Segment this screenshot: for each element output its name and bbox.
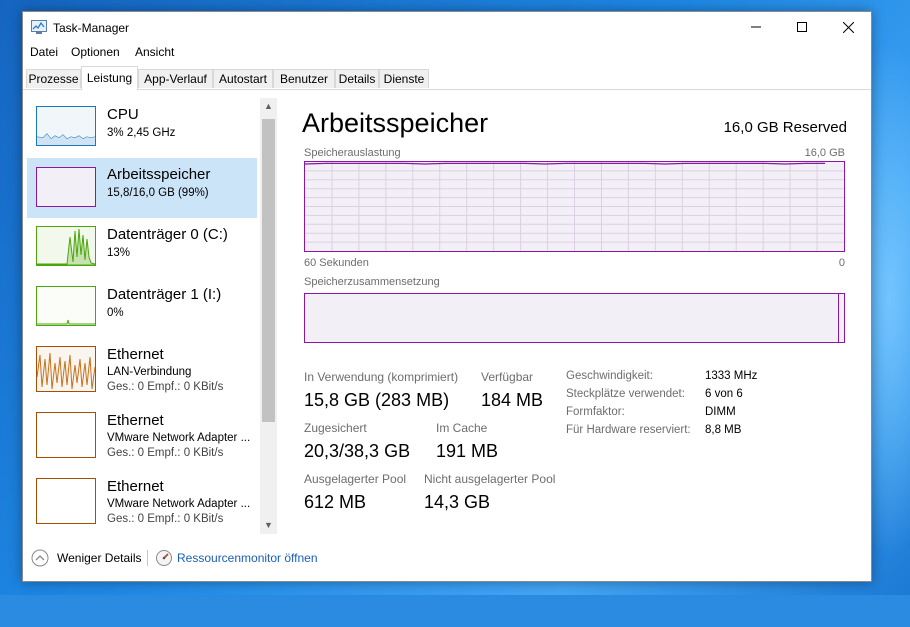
sidebar-item-subtitle: VMware Network Adapter ...: [107, 498, 251, 510]
committed-value: 20,3/38,3 GB: [304, 441, 411, 461]
memory-composition-bar: [304, 293, 845, 343]
resource-monitor-icon[interactable]: [155, 549, 173, 570]
available-label: Verfügbar: [481, 370, 534, 384]
title-bar[interactable]: Task-Manager: [23, 12, 871, 42]
disk-1-thumbnail-graph: [36, 286, 96, 326]
cpu-thumbnail-graph: [36, 106, 96, 146]
nonpaged-pool-label: Nicht ausgelagerter Pool: [424, 472, 556, 486]
sidebar-item-throughput: Ges.: 0 Empf.: 0 KBit/s: [107, 513, 224, 525]
memory-usage-line: [305, 162, 825, 165]
task-manager-icon: [31, 20, 47, 34]
sidebar-item-throughput: Ges.: 0 Empf.: 0 KBit/s: [107, 381, 224, 393]
sidebar-item-title: CPU: [107, 106, 139, 123]
composition-label: Speicherzusammensetzung: [304, 276, 440, 288]
memory-reserved-total: 16,0 GB Reserved: [723, 119, 847, 136]
tab-autostart[interactable]: Autostart: [213, 69, 273, 88]
sidebar-item-subtitle: 13%: [107, 247, 131, 259]
form-factor-label: Formfaktor:: [566, 406, 625, 418]
sidebar-item-cpu[interactable]: CPU 3% 2,45 GHz: [27, 98, 257, 158]
resource-monitor-link[interactable]: Ressourcenmonitor öffnen: [177, 551, 318, 565]
menu-optionen[interactable]: Optionen: [71, 45, 120, 59]
form-factor-value: DIMM: [705, 406, 736, 418]
maximize-button[interactable]: [779, 12, 825, 42]
tab-benutzer[interactable]: Benutzer: [273, 69, 335, 88]
tab-bar: Prozesse Leistung App-Verlauf Autostart …: [23, 66, 871, 90]
minimize-icon: [751, 26, 761, 28]
sidebar-item-ethernet-vmware-1[interactable]: Ethernet VMware Network Adapter ... Ges.…: [27, 404, 257, 470]
task-manager-window: Task-Manager Datei Optionen Ansicht Proz…: [22, 11, 872, 582]
sidebar-item-title: Datenträger 0 (C:): [107, 226, 228, 243]
resource-sidebar: CPU 3% 2,45 GHz Arbeitsspeicher 15,8/16,…: [23, 90, 280, 540]
sidebar-item-subtitle: 3% 2,45 GHz: [107, 127, 176, 139]
memory-usage-graph: [304, 161, 845, 252]
tab-details[interactable]: Details: [335, 69, 379, 88]
available-value: 184 MB: [481, 390, 544, 410]
sidebar-item-title: Ethernet: [107, 412, 164, 429]
desktop-strip: [0, 595, 910, 627]
slots-value: 6 von 6: [705, 388, 743, 400]
sidebar-item-subtitle: 15,8/16,0 GB (99%): [107, 187, 209, 199]
close-button[interactable]: [825, 12, 871, 42]
slots-label: Steckplätze verwendet:: [566, 388, 685, 400]
graph-time-now: 0: [838, 257, 845, 269]
sidebar-item-memory[interactable]: Arbeitsspeicher 15,8/16,0 GB (99%): [27, 158, 257, 218]
cached-label: Im Cache: [436, 421, 488, 435]
menu-ansicht[interactable]: Ansicht: [135, 45, 174, 59]
sidebar-item-disk-0[interactable]: Datenträger 0 (C:) 13%: [27, 218, 257, 278]
footer-divider: [147, 550, 148, 566]
tab-leistung[interactable]: Leistung: [81, 66, 138, 90]
speed-label: Geschwindigkeit:: [566, 370, 653, 382]
cached-value: 191 MB: [436, 441, 499, 461]
page-title: Arbeitsspeicher: [302, 108, 489, 138]
window-title: Task-Manager: [53, 21, 130, 35]
hardware-reserved-value: 8,8 MB: [705, 424, 742, 436]
sidebar-item-title: Datenträger 1 (I:): [107, 286, 222, 303]
sidebar-item-title: Ethernet: [107, 478, 164, 495]
committed-label: Zugesichert: [304, 421, 367, 435]
sidebar-item-subtitle: VMware Network Adapter ...: [107, 432, 251, 444]
memory-thumbnail-graph: [36, 167, 96, 207]
sidebar-item-subtitle: 0%: [107, 307, 124, 319]
close-icon: [842, 21, 854, 33]
tab-prozesse[interactable]: Prozesse: [26, 69, 81, 88]
minimize-button[interactable]: [733, 12, 779, 42]
sidebar-item-disk-1[interactable]: Datenträger 1 (I:) 0%: [27, 278, 257, 338]
scrollbar-thumb[interactable]: [262, 119, 275, 422]
hardware-reserved-label: Für Hardware reserviert:: [566, 424, 691, 436]
scroll-up-icon[interactable]: ▲: [260, 98, 277, 115]
sidebar-item-title: Ethernet: [107, 346, 164, 363]
sidebar-item-title: Arbeitsspeicher: [107, 166, 211, 183]
nonpaged-pool-value: 14,3 GB: [424, 492, 491, 512]
fewer-details-button[interactable]: Weniger Details: [57, 551, 141, 565]
ethernet-vmware-1-thumbnail-graph: [36, 412, 96, 458]
ethernet-lan-thumbnail-graph: [36, 346, 96, 392]
sidebar-item-ethernet-lan[interactable]: Ethernet LAN-Verbindung Ges.: 0 Empf.: 0…: [27, 338, 257, 404]
disk-0-thumbnail-graph: [36, 226, 96, 266]
speed-value: 1333 MHz: [705, 370, 758, 382]
maximize-icon: [797, 22, 807, 32]
ethernet-vmware-2-thumbnail-graph: [36, 478, 96, 524]
menu-datei[interactable]: Datei: [30, 45, 58, 59]
sidebar-item-throughput: Ges.: 0 Empf.: 0 KBit/s: [107, 447, 224, 459]
scroll-down-icon[interactable]: ▼: [260, 517, 277, 534]
in-use-label: In Verwendung (komprimiert): [304, 370, 459, 384]
tab-app-verlauf[interactable]: App-Verlauf: [138, 69, 213, 88]
usage-graph-max: 16,0 GB: [804, 147, 845, 159]
sidebar-scrollbar[interactable]: ▲ ▼: [260, 98, 277, 534]
sidebar-item-subtitle: LAN-Verbindung: [107, 366, 192, 378]
paged-pool-label: Ausgelagerter Pool: [304, 472, 407, 486]
chevron-up-icon[interactable]: [31, 549, 49, 570]
in-use-value: 15,8 GB (283 MB): [304, 390, 450, 410]
tab-dienste[interactable]: Dienste: [379, 69, 429, 88]
composition-in-use-segment: [305, 294, 839, 342]
paged-pool-value: 612 MB: [304, 492, 367, 512]
usage-graph-label: Speicherauslastung: [304, 147, 401, 159]
footer-bar: Weniger Details Ressourcenmonitor öffnen: [23, 540, 871, 580]
graph-time-span: 60 Sekunden: [304, 257, 369, 269]
sidebar-item-ethernet-vmware-2[interactable]: Ethernet VMware Network Adapter ... Ges.…: [27, 470, 257, 536]
